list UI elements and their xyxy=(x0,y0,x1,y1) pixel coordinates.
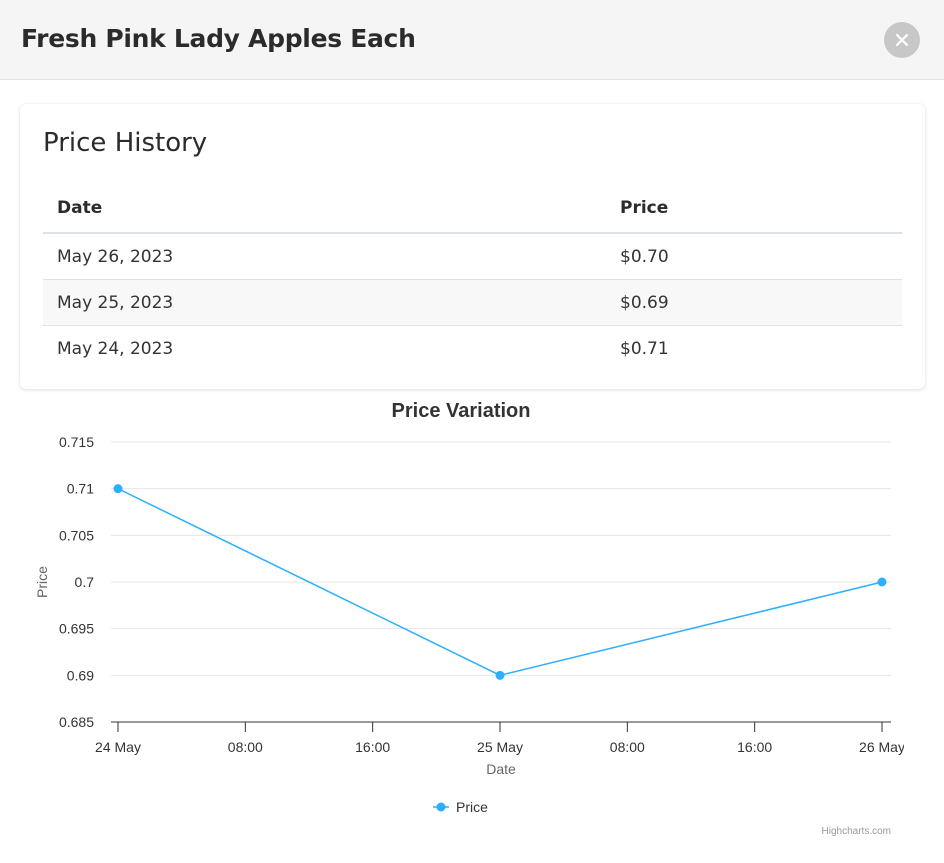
row-date: May 25, 2023 xyxy=(43,279,606,326)
x-tick-label: 26 May xyxy=(859,739,904,755)
price-variation-chart: Price Variation 0.715 0.71 0.705 0.7 0.695 0.… xyxy=(20,390,904,850)
y-axis-ticks: 0.715 0.71 0.705 0.7 0.695 0.69 0.685 xyxy=(59,434,94,730)
table-row: May 24, 2023 $0.71 xyxy=(43,326,902,372)
row-date: May 24, 2023 xyxy=(57,338,174,359)
y-tick-label: 0.705 xyxy=(59,527,94,543)
legend[interactable]: Price xyxy=(433,799,488,815)
close-icon xyxy=(895,33,909,47)
price-history-table: Date Price May 26, 2023 $0.70 May 25, 20… xyxy=(43,184,902,371)
y-tick-label: 0.695 xyxy=(59,621,94,637)
row-price: $0.70 xyxy=(606,233,902,280)
table-header-row: Date Price xyxy=(43,184,902,234)
table-row: May 25, 2023 $0.69 xyxy=(43,279,902,326)
column-header-price: Price xyxy=(606,184,902,234)
chart-svg: Price Variation 0.7150.710.7050.70.6950.… xyxy=(34,400,904,837)
chart-title: Price Variation xyxy=(392,400,531,422)
modal-header: Fresh Pink Lady Apples Each xyxy=(0,0,944,80)
y-tick-label: 0.715 xyxy=(59,434,94,450)
x-tick-label: 16:00 xyxy=(355,739,390,755)
y-tick-label: 0.71 xyxy=(67,481,94,497)
y-axis-label: Price xyxy=(34,566,50,598)
y-tick-label: 0.7 xyxy=(75,574,95,590)
x-axis-label: Date xyxy=(486,761,516,777)
row-price: $0.69 xyxy=(606,279,902,326)
x-tick-label: 08:00 xyxy=(610,739,645,755)
close-button[interactable] xyxy=(884,22,920,58)
x-tick-label: 24 May xyxy=(95,739,141,755)
data-point[interactable] xyxy=(113,484,123,494)
legend-marker xyxy=(436,802,446,812)
chart-grid xyxy=(111,441,891,676)
y-tick-label: 0.69 xyxy=(67,667,94,683)
data-point[interactable] xyxy=(495,670,505,680)
x-tick-label: 08:00 xyxy=(228,739,263,755)
row-date: May 26, 2023 xyxy=(43,233,606,280)
column-header-date: Date xyxy=(43,184,606,234)
x-tick-label: 25 May xyxy=(477,739,523,755)
x-axis: 24 May 08:00 16:00 25 May 08:00 16:00 26 May xyxy=(95,721,904,755)
price-history-card: Price History Date Price May 26, 2023 $0… xyxy=(20,104,925,389)
x-tick-label: 16:00 xyxy=(737,739,772,755)
price-history-title: Price History xyxy=(43,128,208,158)
legend-item-price[interactable]: Price xyxy=(456,799,488,815)
chart-credits[interactable]: Highcharts.com xyxy=(822,826,891,837)
y-tick-label: 0.685 xyxy=(59,714,94,730)
data-point[interactable] xyxy=(877,577,887,587)
modal-title: Fresh Pink Lady Apples Each xyxy=(21,24,416,53)
row-price: $0.71 xyxy=(620,338,669,359)
table-row: May 26, 2023 $0.70 xyxy=(43,233,902,280)
